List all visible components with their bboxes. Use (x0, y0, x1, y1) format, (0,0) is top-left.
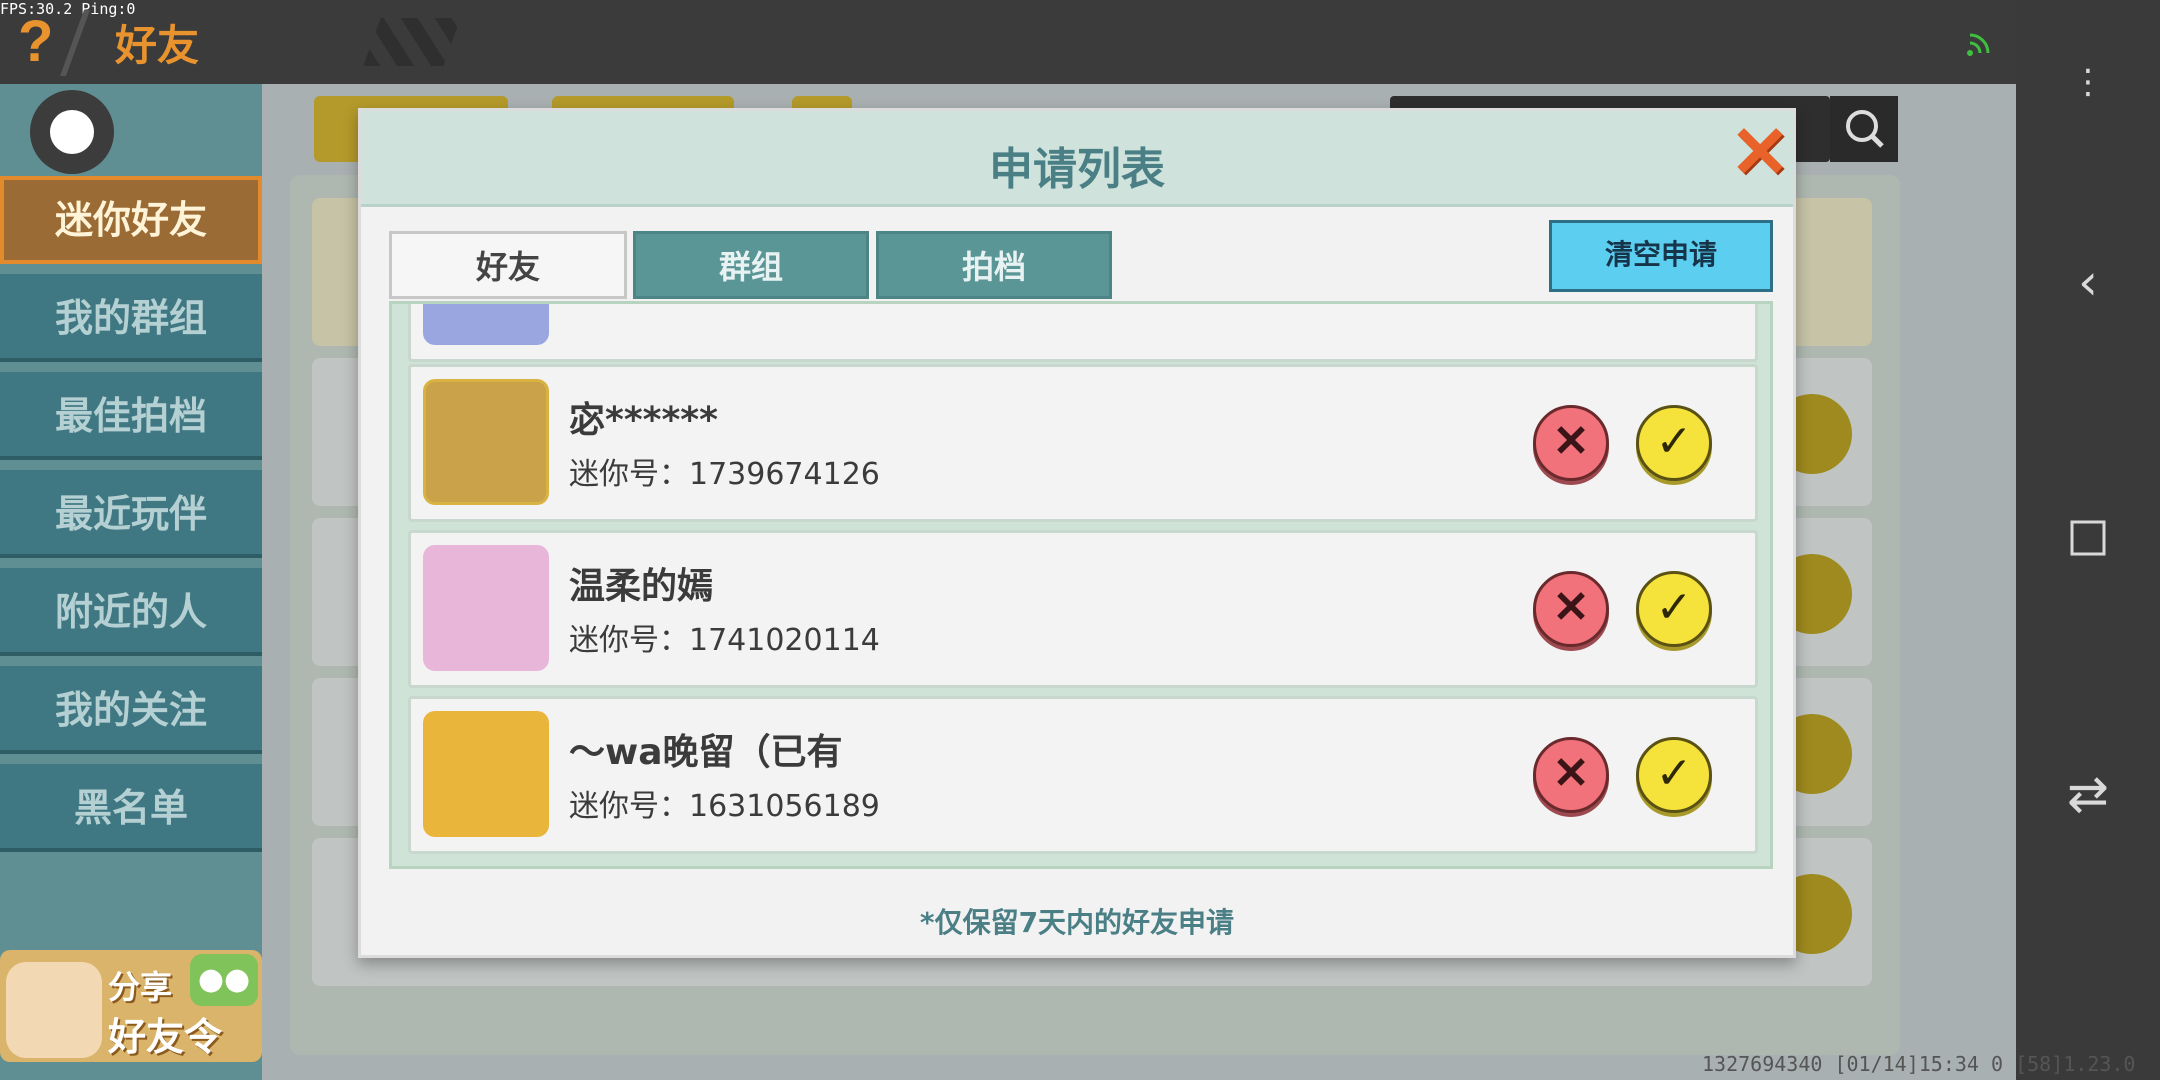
tab-partners[interactable]: 拍档 (876, 231, 1112, 299)
decoration (363, 18, 461, 66)
list-item: 宓****** 迷你号：1739674126 ✕ ✓ (408, 364, 1758, 522)
request-list[interactable]: 宓****** 迷你号：1739674126 ✕ ✓ 温柔的嫣 迷你号：1741… (389, 301, 1773, 869)
list-item: 温柔的嫣 迷你号：1741020114 ✕ ✓ (408, 530, 1758, 688)
recents-icon[interactable] (2056, 506, 2120, 570)
sidebar-item-following[interactable]: 我的关注 (0, 666, 262, 754)
help-icon[interactable]: ? (18, 8, 53, 75)
requester-id: 迷你号：1631056189 (569, 789, 880, 824)
mascot-icon (6, 962, 102, 1058)
accept-button[interactable]: ✓ (1636, 571, 1712, 647)
avatar[interactable] (30, 90, 114, 174)
close-icon[interactable]: ✕ (1728, 117, 1792, 189)
signal-icon (1967, 33, 1990, 56)
requester-id: 迷你号：1741020114 (569, 623, 880, 658)
avatar (423, 304, 549, 345)
avatar (423, 545, 549, 671)
search-icon (1830, 96, 1898, 162)
page-title: 好友 (115, 21, 200, 70)
share-label: 分享 (108, 968, 173, 1006)
requester-name: 温柔的嫣 (569, 566, 714, 607)
avatar (423, 711, 549, 837)
retention-note: *仅保留7天内的好友申请 (919, 906, 1235, 939)
tab-friends[interactable]: 好友 (389, 231, 627, 299)
share-banner[interactable]: 分享 好友令 ●● (0, 950, 262, 1062)
wechat-icon: ●● (190, 954, 258, 1006)
sidebar-item-mini-friends[interactable]: 迷你好友 (0, 176, 262, 264)
top-bar: FPS:30.2 Ping:0 ? 好友 ✕ (0, 0, 2139, 84)
dialog-title: 申请列表 (989, 144, 1165, 195)
build-info: 1327694340 [01/14]15:34 0 [58]1.23.0 (1702, 1052, 2136, 1076)
back-icon[interactable]: ‹ (2056, 250, 2120, 314)
divider (59, 10, 91, 76)
clear-requests-button[interactable]: 清空申请 (1549, 220, 1773, 292)
reject-button[interactable]: ✕ (1533, 737, 1609, 813)
requester-id: 迷你号：1739674126 (569, 457, 880, 492)
accept-button[interactable]: ✓ (1636, 405, 1712, 481)
sidebar-item-recent-players[interactable]: 最近玩伴 (0, 470, 262, 558)
dialog-header: 申请列表 ✕ (361, 111, 1793, 207)
system-nav-bar: ⋮ ‹ ⇄ (2016, 0, 2160, 1080)
reject-button[interactable]: ✕ (1533, 571, 1609, 647)
sidebar: 迷你好友 我的群组 最佳拍档 最近玩伴 附近的人 我的关注 黑名单 分享 好友令… (0, 84, 262, 1080)
list-item (408, 304, 1758, 362)
avatar (423, 379, 549, 505)
reject-button[interactable]: ✕ (1533, 405, 1609, 481)
switch-icon[interactable]: ⇄ (2056, 762, 2120, 826)
share-sublabel: 好友令 (108, 1015, 223, 1059)
list-item: ～wa晚留（已有 迷你号：1631056189 ✕ ✓ (408, 696, 1758, 854)
sidebar-item-my-groups[interactable]: 我的群组 (0, 274, 262, 362)
sidebar-item-best-partner[interactable]: 最佳拍档 (0, 372, 262, 460)
request-list-dialog: 申请列表 ✕ 好友 群组 拍档 清空申请 宓****** 迷你号：1739674… (358, 108, 1796, 958)
sidebar-item-nearby[interactable]: 附近的人 (0, 568, 262, 656)
sidebar-item-blacklist[interactable]: 黑名单 (0, 764, 262, 852)
accept-button[interactable]: ✓ (1636, 737, 1712, 813)
tab-groups[interactable]: 群组 (633, 231, 869, 299)
requester-name: ～wa晚留（已有 (569, 732, 843, 773)
menu-icon[interactable]: ⋮ (2056, 50, 2120, 114)
requester-name: 宓****** (569, 400, 718, 441)
